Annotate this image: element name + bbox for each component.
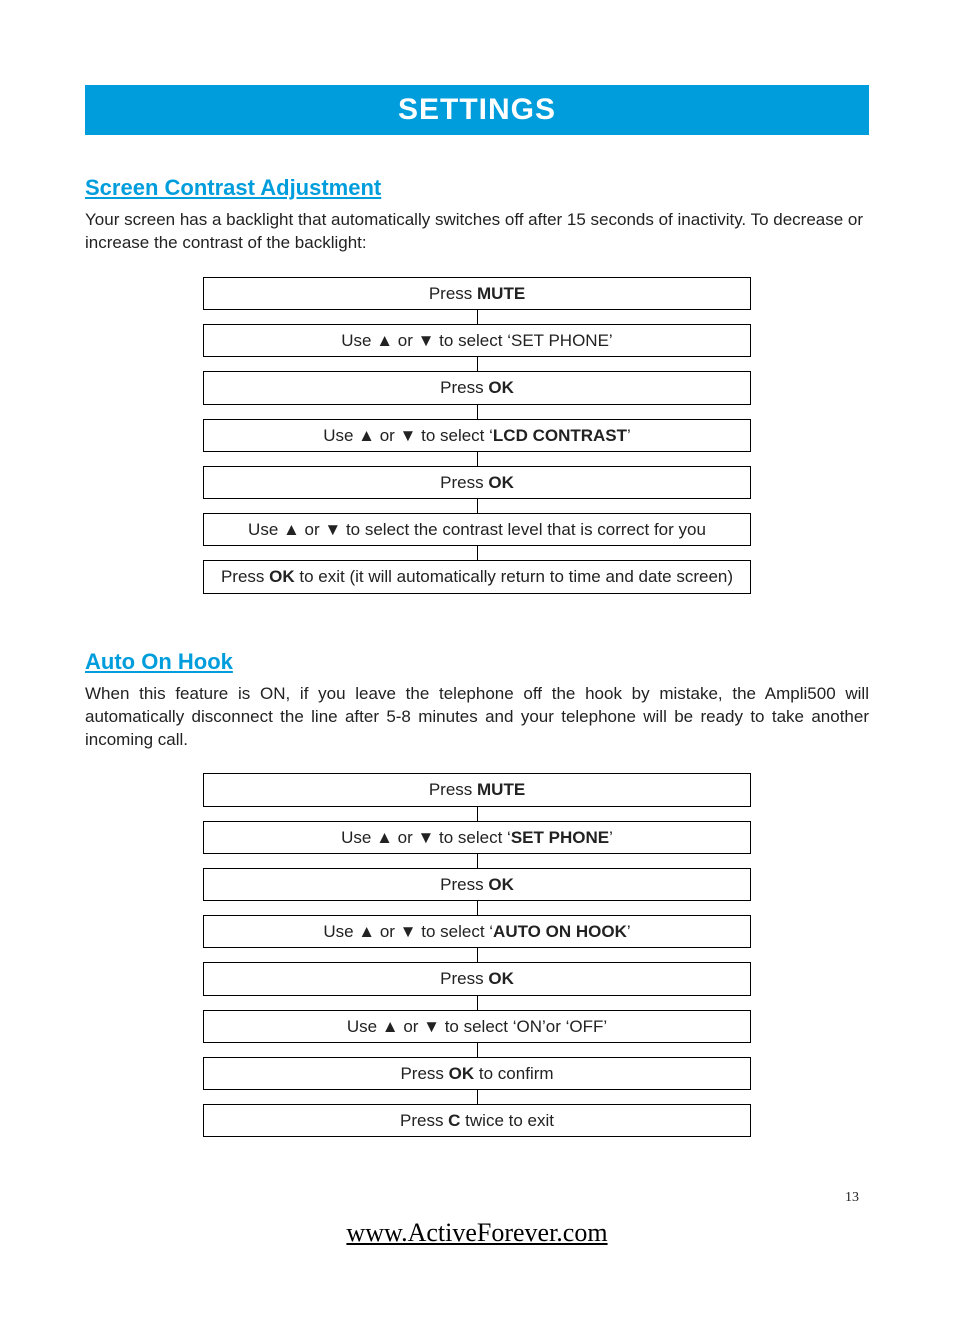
- step-text-bold: OK: [269, 567, 295, 586]
- flow-step: Press OK: [203, 466, 751, 499]
- flow-step: Press OK to exit (it will automatically …: [203, 560, 751, 593]
- step-text-post: twice to exit: [460, 1111, 554, 1130]
- step-text-bold: AUTO ON HOOK: [493, 922, 627, 941]
- flow-step: Use ▲ or ▼ to select the contrast level …: [203, 513, 751, 546]
- flow-connector: [203, 310, 751, 324]
- flow-step: Press C twice to exit: [203, 1104, 751, 1137]
- section-paragraph: Your screen has a backlight that automat…: [85, 209, 869, 255]
- flow-connector: [203, 901, 751, 915]
- connector-line: [477, 901, 478, 915]
- step-text-bold: OK: [449, 1064, 475, 1083]
- connector-line: [477, 546, 478, 560]
- flow-connector: [203, 807, 751, 821]
- step-text-bold: OK: [488, 875, 514, 894]
- section-heading: Auto On Hook: [85, 649, 869, 675]
- step-text-bold: OK: [488, 473, 514, 492]
- step-text-pre: Press: [429, 284, 477, 303]
- step-text-pre: Press: [440, 875, 488, 894]
- connector-line: [477, 1043, 478, 1057]
- document-page: SETTINGS Screen Contrast Adjustment Your …: [0, 0, 954, 1318]
- connector-line: [477, 499, 478, 513]
- step-text-post: to exit (it will automatically return to…: [295, 567, 733, 586]
- step-text-pre: Press: [440, 473, 488, 492]
- page-title-banner: SETTINGS: [85, 85, 869, 135]
- flow-step: Use ▲ or ▼ to select ‘SET PHONE’: [203, 821, 751, 854]
- section-heading: Screen Contrast Adjustment: [85, 175, 869, 201]
- step-text-post: to conﬁrm: [474, 1064, 553, 1083]
- flow-step: Use ▲ or ▼ to select ‘AUTO ON HOOK’: [203, 915, 751, 948]
- step-text-bold: MUTE: [477, 284, 525, 303]
- flow-chart: Press MUTEUse ▲ or ▼ to select ‘SET PHON…: [203, 773, 751, 1137]
- flow-step: Press OK: [203, 868, 751, 901]
- flow-connector: [203, 948, 751, 962]
- flow-step: Use ▲ or ▼ to select ‘SET PHONE’: [203, 324, 751, 357]
- step-text-pre: Press: [440, 378, 488, 397]
- flow-connector: [203, 996, 751, 1010]
- step-text-post: ’: [609, 828, 613, 847]
- step-text-pre: Use ▲ or ▼ to select ‘: [323, 426, 493, 445]
- flow-chart: Press MUTE Use ▲ or ▼ to select ‘SET PHON…: [203, 277, 751, 594]
- connector-line: [477, 452, 478, 466]
- flow-connector: [203, 405, 751, 419]
- step-text-pre: Press: [221, 567, 269, 586]
- step-text-post: ’: [627, 922, 631, 941]
- footer: www.ActiveForever.com: [0, 1218, 954, 1248]
- step-text-pre: Press: [400, 1111, 448, 1130]
- flow-connector: [203, 452, 751, 466]
- connector-line: [477, 996, 478, 1010]
- flow-connector: [203, 1043, 751, 1057]
- step-text-post: ’: [627, 426, 631, 445]
- connector-line: [477, 807, 478, 821]
- connector-line: [477, 357, 478, 371]
- step-text-pre: Use ▲ or ▼ to select the contrast level …: [248, 520, 706, 539]
- flow-connector: [203, 357, 751, 371]
- step-text-pre: Use ▲ or ▼ to select ‘SET PHONE’: [341, 331, 612, 350]
- step-text-bold: SET PHONE: [511, 828, 609, 847]
- step-text-pre: Press: [429, 780, 477, 799]
- section-paragraph: When this feature is ON, if you leave th…: [85, 683, 869, 752]
- connector-line: [477, 405, 478, 419]
- step-text-bold: OK: [488, 969, 514, 988]
- flow-connector: [203, 854, 751, 868]
- flow-step: Use ▲ or ▼ to select ‘ON’or ‘OFF’: [203, 1010, 751, 1043]
- step-text-pre: Use ▲ or ▼ to select ‘ON’or ‘OFF’: [347, 1017, 607, 1036]
- step-text-pre: Press: [440, 969, 488, 988]
- step-text-pre: Press: [400, 1064, 448, 1083]
- step-text-pre: Use ▲ or ▼ to select ‘: [341, 828, 511, 847]
- step-text-bold: C: [448, 1111, 460, 1130]
- flow-connector: [203, 546, 751, 560]
- connector-line: [477, 310, 478, 324]
- page-number: 13: [845, 1190, 859, 1206]
- flow-step: Press MUTE: [203, 277, 751, 310]
- step-text-bold: LCD CONTRAST: [493, 426, 627, 445]
- connector-line: [477, 1090, 478, 1104]
- step-text-bold: MUTE: [477, 780, 525, 799]
- step-text-bold: OK: [488, 378, 514, 397]
- step-text-pre: Use ▲ or ▼ to select ‘: [323, 922, 493, 941]
- flow-step: Press OK: [203, 962, 751, 995]
- flow-connector: [203, 499, 751, 513]
- flow-connector: [203, 1090, 751, 1104]
- connector-line: [477, 948, 478, 962]
- flow-step: Press OK to conﬁrm: [203, 1057, 751, 1090]
- footer-link[interactable]: www.ActiveForever.com: [346, 1218, 607, 1247]
- flow-step: Press OK: [203, 371, 751, 404]
- flow-step: Press MUTE: [203, 773, 751, 806]
- flow-step: Use ▲ or ▼ to select ‘LCD CONTRAST’: [203, 419, 751, 452]
- connector-line: [477, 854, 478, 868]
